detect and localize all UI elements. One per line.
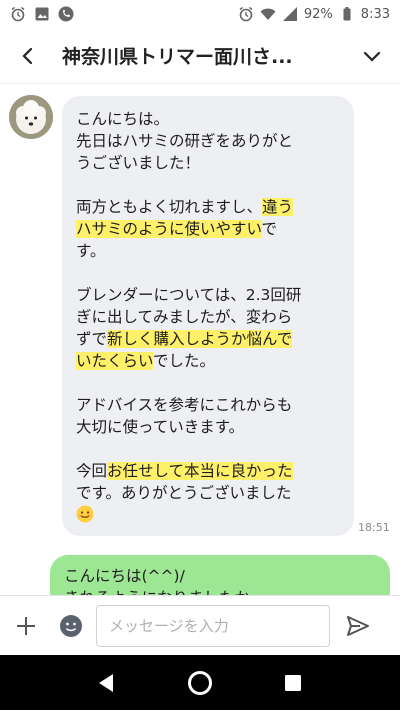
message-line: こんにちは。 (76, 110, 170, 128)
message-text: でした。 (153, 352, 216, 370)
plus-icon[interactable] (12, 612, 40, 640)
signal-icon (282, 6, 298, 22)
message-line: 今回お任せして本当に良かった (76, 460, 340, 482)
message-line: こんにちは(^^)/ (64, 567, 185, 585)
battery-percent: 92% (303, 6, 333, 22)
battery-icon (339, 6, 355, 22)
alarm-icon (238, 6, 254, 22)
clock: 8:33 (360, 6, 390, 22)
android-nav-bar (0, 655, 400, 710)
message-line: ハサミのように使いやすいで (76, 218, 340, 240)
message-line: きれるようになりましたか~ (64, 587, 376, 595)
alarm-icon (10, 6, 26, 22)
message-line: アドバイスを参考にこれからも (76, 396, 293, 414)
image-icon (34, 6, 50, 22)
input-bar (0, 595, 400, 655)
message-line: ぎに出してみましたが、変わら (76, 308, 293, 326)
message-line: ブレンダーについては、2.3回研 (76, 286, 302, 304)
message-line (76, 504, 340, 526)
message-text: ずで (76, 330, 108, 348)
message-line: 両方ともよく切れますし、違う (76, 196, 340, 218)
message-text: 両方ともよく切れますし、 (76, 198, 263, 216)
wifi-icon (260, 6, 276, 22)
avatar[interactable] (9, 95, 53, 139)
message-time: 18:51 (358, 521, 390, 534)
status-bar: 92% 8:33 (0, 0, 400, 28)
home-circle-icon[interactable] (186, 669, 214, 697)
highlighted-text: 違う (262, 198, 294, 216)
recent-apps-icon[interactable] (279, 669, 307, 697)
chat-area[interactable]: こんにちは。 先日はハサミの研ぎをありがと うございました！ 両方ともよく切れま… (0, 85, 400, 595)
highlighted-text: 新しく購入しようか悩んで (107, 330, 293, 348)
message-line: ずで新しく購入しようか悩んで (76, 328, 340, 350)
back-arrow-icon[interactable] (14, 42, 42, 70)
send-icon[interactable] (344, 612, 372, 640)
back-triangle-icon[interactable] (93, 669, 121, 697)
incoming-message[interactable]: こんにちは。 先日はハサミの研ぎをありがと うございました！ 両方ともよく切れま… (62, 96, 354, 536)
chevron-down-icon[interactable] (358, 42, 386, 70)
message-line: す。 (76, 242, 106, 260)
emoji-icon[interactable] (58, 613, 84, 639)
highlighted-text: ハサミのように使いやすい (76, 220, 262, 238)
highlighted-text: いたくらい (76, 352, 154, 370)
chat-header: 神奈川県トリマー面川さ... (0, 28, 400, 84)
message-line: うございました！ (76, 154, 201, 172)
smile-emoji-icon (76, 505, 94, 523)
message-line: です。ありがとうございました (76, 484, 292, 502)
message-line: 大切に使っていきます。 (76, 418, 245, 436)
chat-title[interactable]: 神奈川県トリマー面川さ... (62, 42, 322, 69)
message-line: 先日はハサミの研ぎをありがと (76, 132, 294, 150)
message-input[interactable] (96, 604, 330, 647)
message-text: で (261, 220, 278, 238)
highlighted-text: お任せして本当に良かった (107, 462, 293, 480)
phone-icon (58, 6, 74, 22)
message-text: 今回 (76, 462, 108, 480)
status-right: 92% 8:33 (238, 6, 390, 22)
outgoing-message[interactable]: こんにちは(^^)/ きれるようになりましたか~ (50, 555, 390, 595)
status-left (10, 6, 74, 22)
message-line: いたくらいでした。 (76, 350, 340, 372)
